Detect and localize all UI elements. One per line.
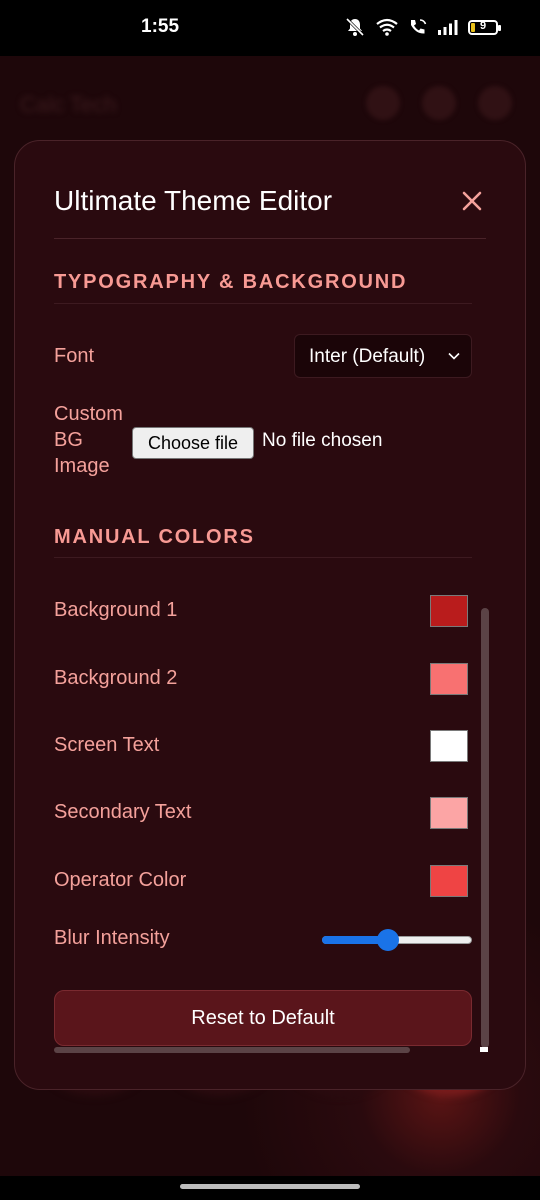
color-swatch-operator-color[interactable] [430, 865, 468, 897]
modal-title: Ultimate Theme Editor [54, 185, 333, 216]
section-divider [54, 303, 472, 304]
section-divider [54, 557, 472, 558]
vertical-scrollbar-end [480, 1047, 488, 1052]
mute-bell-icon [345, 17, 365, 37]
color-swatch-screen-text[interactable] [430, 730, 468, 762]
background-icon [422, 86, 456, 120]
custom-bg-label-line1: Custom [54, 403, 123, 425]
status-time: 1:55 [141, 16, 180, 37]
theme-editor-modal: Ultimate Theme Editor TYPOGRAPHY & BACKG… [14, 140, 526, 1090]
font-select-value: Inter (Default) [309, 346, 426, 367]
color-label: Screen Text [54, 734, 160, 756]
background-icon [366, 86, 400, 120]
close-icon[interactable] [458, 187, 486, 215]
font-label: Font [54, 345, 95, 367]
section-title-typography: TYPOGRAPHY & BACKGROUND [54, 271, 408, 293]
battery-level: 9 [479, 19, 487, 32]
slider-thumb[interactable] [377, 929, 399, 951]
font-select[interactable]: Inter (Default) [294, 334, 472, 378]
background-app-title: Calc Tech [20, 92, 117, 117]
status-bar: 1:55 9 [0, 0, 540, 56]
horizontal-scrollbar[interactable] [54, 1047, 410, 1053]
color-label: Secondary Text [54, 801, 192, 823]
gesture-handle[interactable] [180, 1184, 360, 1189]
blur-intensity-slider[interactable] [322, 929, 472, 951]
color-swatch-secondary-text[interactable] [430, 797, 468, 829]
modal-header: Ultimate Theme Editor [54, 141, 486, 239]
chevron-down-icon [448, 352, 460, 360]
color-label: Background 2 [54, 667, 178, 689]
vertical-scrollbar[interactable] [481, 608, 489, 1048]
color-swatch-background-1[interactable] [430, 595, 468, 627]
modal-scroll-area[interactable]: TYPOGRAPHY & BACKGROUND Font Inter (Defa… [54, 239, 472, 1059]
wifi-icon [376, 18, 398, 36]
color-swatch-background-2[interactable] [430, 663, 468, 695]
background-icon [478, 86, 512, 120]
section-title-manual-colors: MANUAL COLORS [54, 526, 255, 548]
custom-bg-label-line3: Image [54, 455, 110, 477]
battery-icon: 9 [468, 19, 501, 35]
choose-file-button[interactable]: Choose file [132, 427, 254, 459]
color-label: Background 1 [54, 599, 178, 621]
reset-to-default-button[interactable]: Reset to Default [54, 990, 472, 1046]
custom-bg-label-line2: BG [54, 429, 83, 451]
signal-icon [438, 20, 458, 35]
wifi-call-icon [411, 19, 427, 34]
file-status: No file chosen [262, 430, 383, 451]
status-icons: 9 [344, 17, 501, 37]
color-label: Operator Color [54, 869, 187, 891]
blur-intensity-label: Blur Intensity [54, 927, 170, 949]
